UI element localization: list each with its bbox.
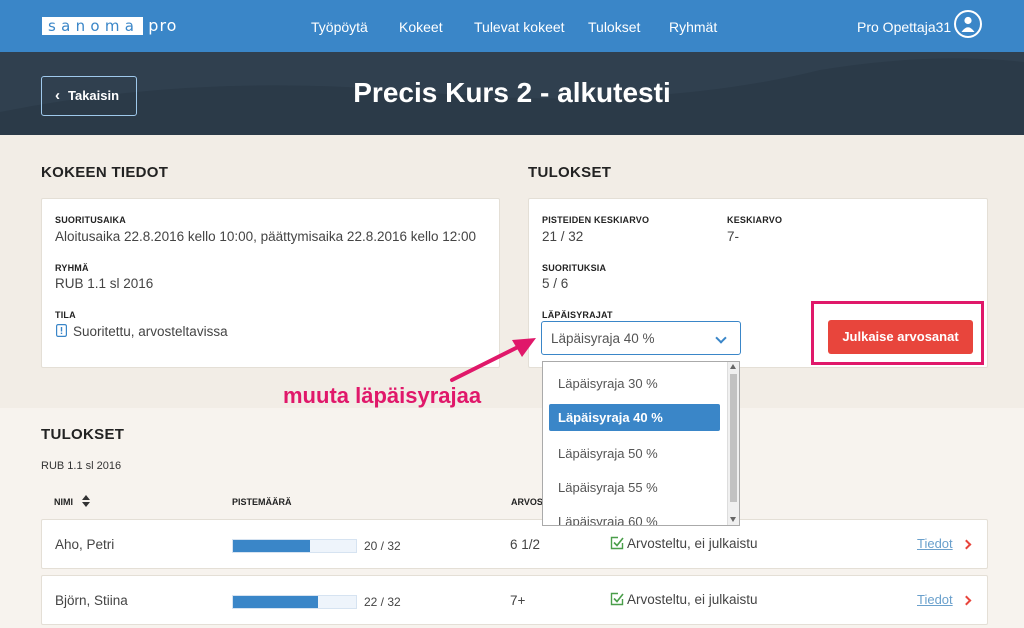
nav-link-kokeet[interactable]: Kokeet [399, 19, 443, 35]
threshold-option-55[interactable]: Läpäisyraja 55 % [558, 480, 658, 495]
logo-main: sanoma [42, 17, 144, 35]
threshold-label: LÄPÄISYRAJAT [542, 310, 613, 320]
submissions-value: 5 / 6 [542, 276, 569, 291]
nav-link-tyopoyta[interactable]: Työpöytä [311, 19, 368, 35]
grade-average-value: 7- [727, 229, 740, 244]
column-name-header[interactable]: NIMI [54, 497, 73, 507]
group-value: RUB 1.1 sl 2016 [55, 276, 154, 291]
threshold-option-60[interactable]: Läpäisyraja 60 % [558, 514, 658, 525]
sort-icon[interactable] [82, 495, 90, 507]
exam-info-card: SUORITUSAIKA Aloitusaika 22.8.2016 kello… [41, 198, 500, 368]
grade-value: 6 1/2 [510, 537, 541, 552]
chevron-right-icon[interactable] [961, 539, 972, 550]
group-label: RYHMÄ [55, 263, 89, 273]
graded-check-icon [610, 592, 624, 606]
grade-value: 7+ [510, 593, 526, 608]
page-header: ‹ Takaisin Precis Kurs 2 - alkutesti [0, 52, 1024, 135]
status-value: Suoritettu, arvosteltavissa [73, 324, 228, 339]
points-average-value: 21 / 32 [542, 229, 584, 244]
results-heading: TULOKSET [41, 426, 125, 443]
score-bar [232, 539, 357, 553]
top-nav: sanoma pro Työpöytä Kokeet Tulevat kokee… [0, 0, 1024, 52]
graded-check-icon [610, 536, 624, 550]
user-name[interactable]: Pro Opettaja31 [857, 19, 951, 35]
exam-info-heading: KOKEEN TIEDOT [41, 164, 169, 181]
table-row[interactable]: Björn, Stiina 22 / 32 7+ Arvosteltu, ei … [41, 575, 988, 625]
threshold-select-value: Läpäisyraja 40 % [551, 331, 655, 346]
scroll-up-icon[interactable] [730, 364, 736, 369]
logo-sub: pro [148, 16, 178, 35]
scrollbar-thumb[interactable] [730, 374, 737, 502]
nav-link-tulevat-kokeet[interactable]: Tulevat kokeet [474, 19, 565, 35]
time-label: SUORITUSAIKA [55, 215, 126, 225]
student-name: Aho, Petri [55, 537, 115, 552]
user-avatar-icon[interactable] [954, 10, 982, 38]
column-points-header: PISTEMÄÄRÄ [232, 497, 292, 507]
chevron-right-icon[interactable] [961, 595, 972, 606]
annotation-text: muuta läpäisyrajaa [283, 383, 482, 408]
status-label: TILA [55, 310, 76, 320]
score-value: 22 / 32 [364, 595, 401, 609]
grade-average-label: KESKIARVO [727, 215, 783, 225]
student-name: Björn, Stiina [55, 593, 128, 608]
chevron-down-icon [715, 332, 727, 344]
sanoma-pro-logo[interactable]: sanoma pro [42, 17, 177, 35]
results-summary-heading: TULOKSET [528, 164, 612, 181]
score-bar [232, 595, 357, 609]
scroll-down-icon[interactable] [730, 517, 736, 522]
page-title: Precis Kurs 2 - alkutesti [353, 77, 671, 108]
exclamation-icon [56, 324, 67, 337]
nav-link-tulokset[interactable]: Tulokset [588, 19, 640, 35]
dropdown-scrollbar[interactable] [727, 362, 739, 525]
grading-status: Arvosteltu, ei julkaistu [627, 536, 758, 551]
nav-link-ryhmat[interactable]: Ryhmät [669, 19, 717, 35]
column-grade-header: ARVOS [511, 497, 543, 507]
points-average-label: PISTEIDEN KESKIARVO [542, 215, 650, 225]
time-value: Aloitusaika 22.8.2016 kello 10:00, päätt… [55, 229, 477, 244]
submissions-label: SUORITUKSIA [542, 263, 607, 273]
score-bar-fill [233, 596, 318, 608]
threshold-select[interactable]: Läpäisyraja 40 % [541, 321, 741, 355]
grading-status: Arvosteltu, ei julkaistu [627, 592, 758, 607]
details-link[interactable]: Tiedot [917, 536, 953, 551]
annotation-arrow-icon [450, 338, 536, 382]
publish-grades-button[interactable]: Julkaise arvosanat [828, 320, 973, 354]
score-bar-fill [233, 540, 310, 552]
threshold-option-40[interactable]: Läpäisyraja 40 % [549, 404, 720, 431]
table-row[interactable]: Aho, Petri 20 / 32 6 1/2 Arvosteltu, ei … [41, 519, 988, 569]
results-group: RUB 1.1 sl 2016 [41, 460, 122, 472]
score-value: 20 / 32 [364, 539, 401, 553]
details-link[interactable]: Tiedot [917, 592, 953, 607]
threshold-option-30[interactable]: Läpäisyraja 30 % [558, 376, 658, 391]
threshold-dropdown-list: Läpäisyraja 30 % Läpäisyraja 40 % Läpäis… [542, 361, 740, 526]
threshold-option-50[interactable]: Läpäisyraja 50 % [558, 446, 658, 461]
